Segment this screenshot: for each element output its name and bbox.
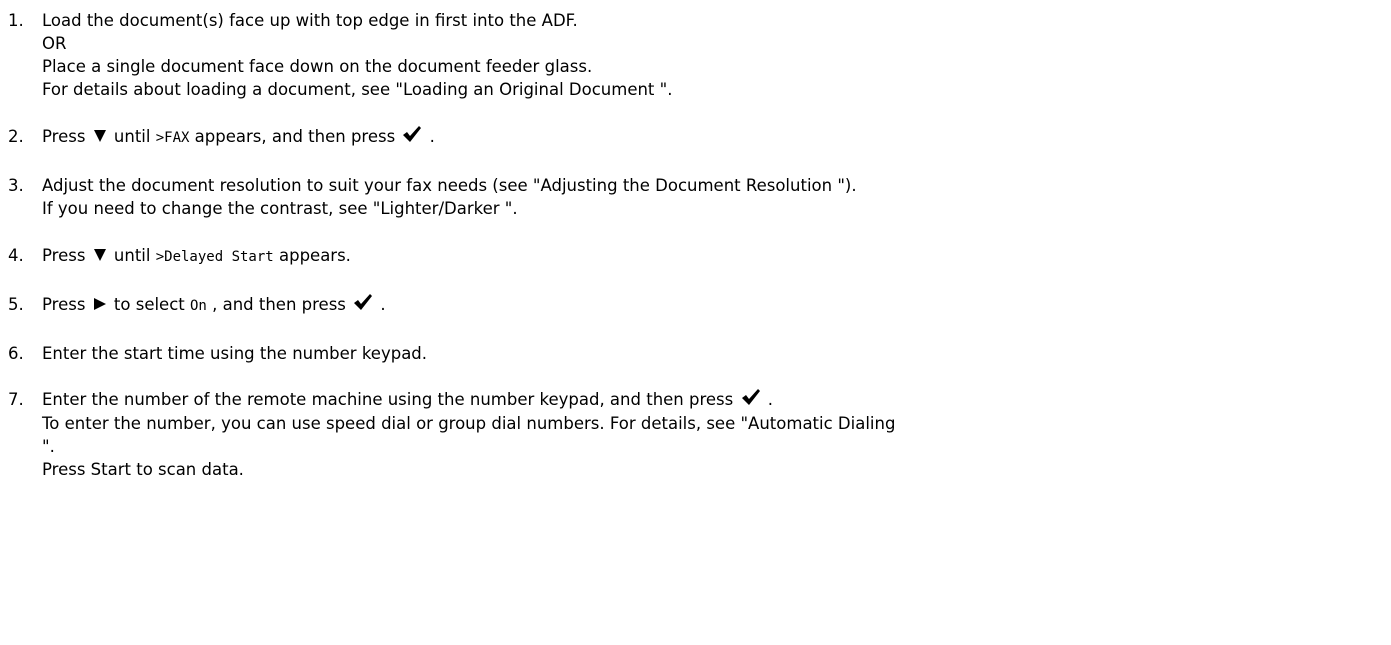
- step-number: 5.: [8, 295, 24, 314]
- step-body: Enter the start time using the number ke…: [42, 342, 1383, 365]
- step-text: If you need to change the contrast, see …: [42, 199, 518, 218]
- step-text: appears.: [273, 246, 351, 265]
- step-body: Press to select On , and then press .: [42, 293, 1383, 318]
- step-text: OR: [42, 34, 67, 53]
- step-2: 2. Press until >FAX appears, and then pr…: [8, 125, 1383, 150]
- checkmark-icon: [353, 293, 373, 317]
- step-text: appears, and then press: [189, 127, 401, 146]
- step-body: Load the document(s) face up with top ed…: [42, 9, 1383, 101]
- step-text: Place a single document face down on the…: [42, 57, 593, 76]
- step-number: 1.: [8, 11, 24, 30]
- step-body: Adjust the document resolution to suit y…: [42, 174, 1383, 220]
- lcd-menu-text: >FAX: [155, 130, 190, 146]
- step-6: 6. Enter the start time using the number…: [8, 342, 1383, 365]
- step-text: Press Start to scan data.: [42, 460, 244, 479]
- step-text: Load the document(s) face up with top ed…: [42, 11, 578, 30]
- step-text: Press: [42, 127, 91, 146]
- checkmark-icon: [741, 388, 761, 412]
- instruction-steps: 1. Load the document(s) face up with top…: [8, 9, 1383, 481]
- step-line: Enter the number of the remote machine u…: [42, 388, 1383, 412]
- step-text: ".: [42, 437, 55, 456]
- checkmark-icon: [402, 125, 422, 149]
- step-body: Press until >FAX appears, and then press…: [42, 125, 1383, 150]
- step-text: To enter the number, you can use speed d…: [42, 414, 896, 433]
- down-triangle-icon: [93, 245, 107, 268]
- step-text: Press: [42, 295, 91, 314]
- step-number: 3.: [8, 176, 24, 195]
- step-text: until: [108, 246, 156, 265]
- right-triangle-icon: [93, 294, 107, 317]
- step-number: 4.: [8, 246, 24, 265]
- lcd-menu-text: On: [190, 298, 207, 314]
- step-text: .: [762, 390, 773, 409]
- lcd-menu-text: >Delayed Start: [155, 249, 274, 265]
- down-triangle-icon: [93, 126, 107, 149]
- step-text: , and then press: [206, 295, 352, 314]
- step-number: 2.: [8, 127, 24, 146]
- step-body: Enter the number of the remote machine u…: [42, 388, 1383, 481]
- step-text: .: [424, 127, 435, 146]
- step-4: 4. Press until >Delayed Start appears.: [8, 244, 1383, 269]
- step-text: Press: [42, 246, 91, 265]
- step-text: to select: [108, 295, 190, 314]
- step-3: 3. Adjust the document resolution to sui…: [8, 174, 1383, 220]
- step-5: 5. Press to select On , and then press .: [8, 293, 1383, 318]
- step-number: 7.: [8, 390, 24, 409]
- step-number: 6.: [8, 344, 24, 363]
- step-text: Adjust the document resolution to suit y…: [42, 176, 857, 195]
- step-body: Press until >Delayed Start appears.: [42, 244, 1383, 269]
- step-text: Enter the number of the remote machine u…: [42, 390, 739, 409]
- step-7: 7. Enter the number of the remote machin…: [8, 388, 1383, 481]
- step-text: For details about loading a document, se…: [42, 80, 673, 99]
- step-text: .: [375, 295, 386, 314]
- step-1: 1. Load the document(s) face up with top…: [8, 9, 1383, 101]
- step-text: Enter the start time using the number ke…: [42, 344, 428, 363]
- step-text: until: [108, 127, 156, 146]
